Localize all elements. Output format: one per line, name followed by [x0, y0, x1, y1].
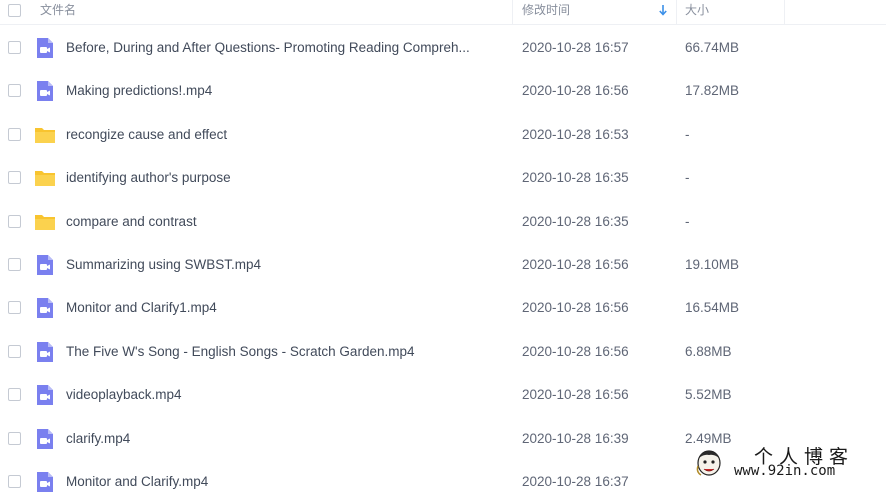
file-modified-time: 2020-10-28 16:56: [522, 343, 629, 359]
file-row[interactable]: videoplayback.mp4 2020-10-28 16:56 5.52MB: [0, 373, 886, 416]
file-name[interactable]: identifying author's purpose: [66, 156, 500, 199]
video-file-icon: [37, 341, 53, 362]
file-modified-time: 2020-10-28 16:39: [522, 430, 629, 446]
file-row[interactable]: recongize cause and effect 2020-10-28 16:…: [0, 113, 886, 156]
file-row[interactable]: identifying author's purpose 2020-10-28 1…: [0, 156, 886, 199]
file-name[interactable]: The Five W's Song - English Songs - Scra…: [66, 330, 500, 373]
column-header-size[interactable]: 大小: [685, 0, 709, 24]
file-name[interactable]: Making predictions!.mp4: [66, 69, 500, 112]
video-file-icon: [37, 38, 53, 58]
video-file-icon: [37, 298, 53, 319]
file-size: -: [685, 213, 690, 229]
file-row[interactable]: Before, During and After Questions- Prom…: [0, 26, 886, 69]
file-size: 17.82MB: [685, 83, 740, 99]
file-size: 66.74MB: [685, 40, 740, 55]
file-size: 16.54MB: [685, 300, 740, 316]
file-name[interactable]: Monitor and Clarify.mp4: [66, 460, 500, 503]
row-checkbox[interactable]: [8, 84, 21, 98]
file-row[interactable]: Summarizing using SWBST.mp4 2020-10-28 16…: [0, 243, 886, 286]
row-checkbox[interactable]: [8, 214, 21, 228]
column-divider[interactable]: [512, 0, 513, 24]
file-list-header: 文件名 修改时间 大小: [0, 0, 886, 25]
video-file-icon: [37, 255, 53, 275]
folder-icon: [35, 171, 55, 187]
file-size: 19.10MB: [685, 257, 740, 272]
file-modified-time: 2020-10-28 16:35: [522, 213, 629, 229]
row-checkbox[interactable]: [8, 388, 21, 402]
sort-down-arrow-icon[interactable]: [658, 3, 668, 17]
file-name[interactable]: Monitor and Clarify1.mp4: [66, 286, 500, 329]
watermark-logo-icon: [696, 450, 721, 476]
file-modified-time: 2020-10-28 16:35: [522, 170, 629, 186]
video-file-icon: [37, 385, 53, 406]
file-name[interactable]: recongize cause and effect: [66, 113, 500, 156]
file-size: 5.52MB: [685, 387, 732, 403]
row-checkbox[interactable]: [8, 475, 21, 488]
folder-icon: [35, 214, 55, 230]
file-name[interactable]: videoplayback.mp4: [66, 373, 500, 416]
file-size: -: [685, 126, 690, 142]
file-row[interactable]: Making predictions!.mp4 2020-10-28 16:56 1…: [0, 69, 886, 112]
video-file-icon: [37, 472, 53, 492]
row-checkbox[interactable]: [8, 127, 21, 141]
file-modified-time: 2020-10-28 16:57: [522, 40, 629, 55]
file-modified-time: 2020-10-28 16:37: [522, 474, 629, 489]
file-name[interactable]: Summarizing using SWBST.mp4: [66, 243, 500, 286]
video-file-icon: [37, 428, 53, 449]
column-divider[interactable]: [784, 0, 785, 24]
column-header-time[interactable]: 修改时间: [522, 0, 570, 24]
column-divider[interactable]: [676, 0, 677, 24]
file-row[interactable]: Monitor and Clarify1.mp4 2020-10-28 16:56…: [0, 286, 886, 329]
file-modified-time: 2020-10-28 16:56: [522, 83, 629, 99]
video-file-icon: [37, 81, 53, 102]
file-name[interactable]: compare and contrast: [66, 200, 500, 243]
row-checkbox[interactable]: [8, 41, 21, 54]
row-checkbox[interactable]: [8, 344, 21, 358]
folder-icon: [35, 127, 55, 143]
file-name[interactable]: clarify.mp4: [66, 417, 500, 460]
file-name[interactable]: Before, During and After Questions- Prom…: [66, 26, 500, 69]
file-row[interactable]: The Five W's Song - English Songs - Scra…: [0, 330, 886, 373]
watermark: 个人博客 www.92in.com: [694, 442, 886, 484]
file-modified-time: 2020-10-28 16:53: [522, 126, 629, 142]
file-row[interactable]: compare and contrast 2020-10-28 16:35 -: [0, 200, 886, 243]
file-size: 6.88MB: [685, 343, 732, 359]
row-checkbox[interactable]: [8, 431, 21, 445]
column-header-name[interactable]: 文件名: [40, 0, 76, 24]
row-checkbox[interactable]: [8, 258, 21, 271]
file-size: -: [685, 170, 690, 186]
row-checkbox[interactable]: [8, 301, 21, 315]
select-all-checkbox[interactable]: [8, 4, 21, 17]
file-modified-time: 2020-10-28 16:56: [522, 257, 629, 272]
watermark-url: www.92in.com: [734, 463, 836, 479]
row-checkbox[interactable]: [8, 171, 21, 185]
file-modified-time: 2020-10-28 16:56: [522, 300, 629, 316]
file-modified-time: 2020-10-28 16:56: [522, 387, 629, 403]
